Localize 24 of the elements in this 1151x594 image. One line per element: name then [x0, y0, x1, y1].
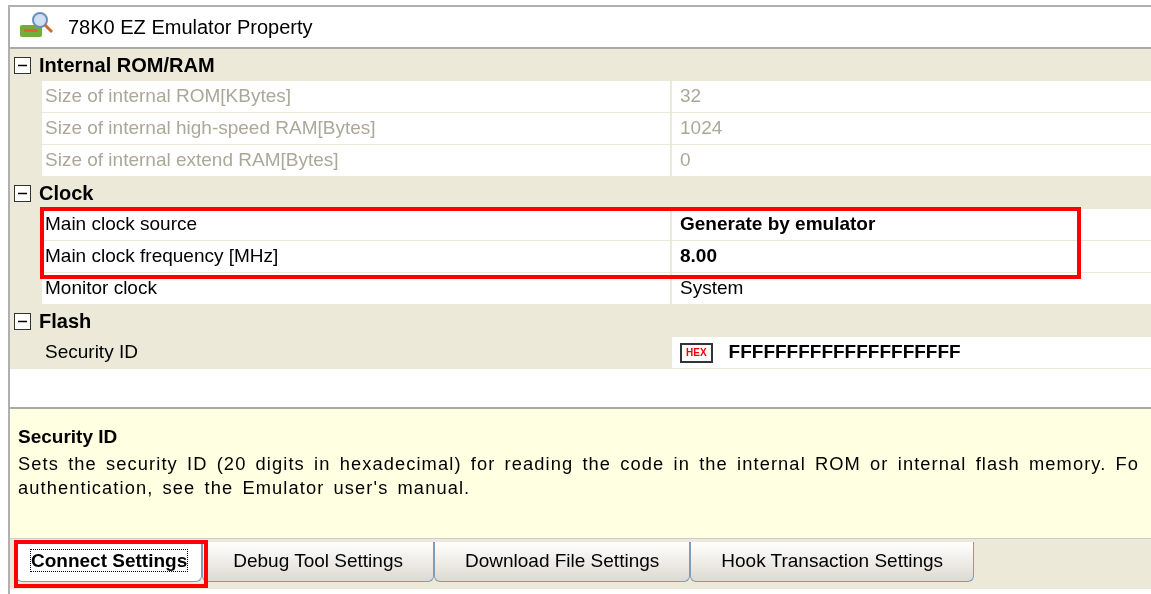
property-value: FFFFFFFFFFFFFFFFFFFF — [728, 340, 961, 365]
collapse-icon[interactable] — [14, 312, 31, 330]
property-value: Generate by emulator — [680, 212, 876, 237]
tab[interactable]: Debug Tool Settings — [202, 542, 434, 582]
collapse-icon[interactable] — [14, 56, 31, 74]
hex-badge: HEX — [680, 342, 713, 363]
property-name[interactable]: Main clock frequency [MHz] — [42, 241, 670, 273]
property-name[interactable]: Main clock source — [42, 209, 670, 241]
description-text: Sets the security ID (20 digits in hexadecimal) for reading the code in the internal ROM or internal flash memory. Fo — [18, 451, 1141, 476]
description-title: Security ID — [18, 425, 119, 449]
window-title: 78K0 EZ Emulator Property — [68, 15, 313, 40]
category-label: Flash — [39, 309, 92, 334]
property-value: System — [680, 276, 744, 301]
category-label: Clock — [39, 181, 94, 206]
property-value: 8.00 — [680, 244, 717, 269]
description-text: authentication, see the Emulator user's manual. — [18, 475, 472, 500]
collapse-icon[interactable] — [14, 184, 31, 202]
property-value: 1024 — [680, 116, 723, 141]
tab[interactable]: Hook Transaction Settings — [690, 542, 975, 582]
tab[interactable]: Connect Settings — [16, 542, 203, 582]
property-value: 32 — [680, 84, 702, 109]
tab[interactable]: Download File Settings — [433, 542, 691, 582]
property-value: 0 — [680, 148, 691, 173]
category-label: Internal ROM/RAM — [39, 53, 215, 78]
